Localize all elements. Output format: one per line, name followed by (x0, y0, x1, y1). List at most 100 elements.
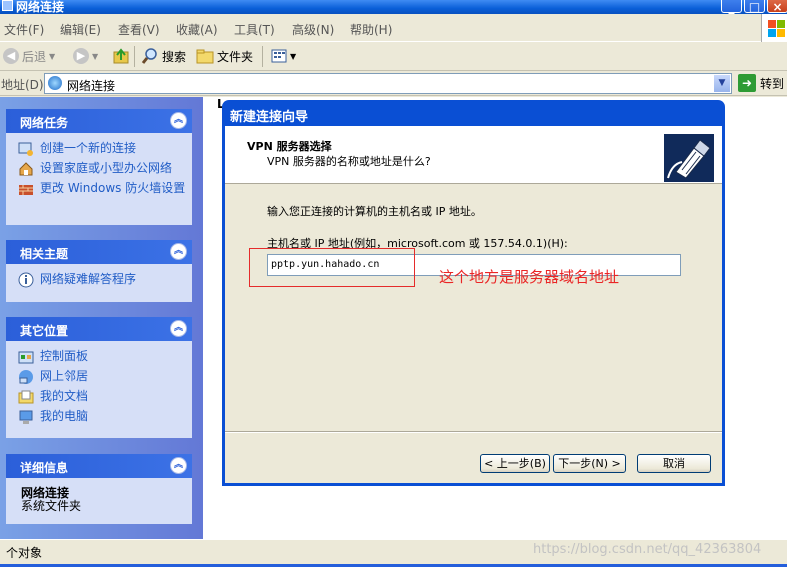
back-dropdown-icon[interactable]: ▼ (49, 52, 55, 61)
menu-view[interactable]: 查看(V) (118, 21, 160, 38)
task-label: 网上邻居 (40, 369, 89, 383)
menu-advanced[interactable]: 高级(N) (292, 21, 334, 38)
task-home-network[interactable]: 设置家庭或小型办公网络 (18, 161, 192, 177)
other-places-title: 其它位置 (20, 324, 69, 338)
status-bar: 个对象 https://blog.csdn.net/qq_42363804 (0, 539, 787, 567)
forward-dropdown-icon[interactable]: ▼ (92, 52, 98, 61)
up-folder-button[interactable] (112, 46, 130, 66)
menu-bar: 文件(F) 编辑(E) 查看(V) 收藏(A) 工具(T) 高级(N) 帮助(H… (0, 14, 787, 42)
wizard-back-button[interactable]: < 上一步(B) (480, 454, 550, 473)
forward-arrow-icon: ▶ (73, 48, 89, 64)
task-firewall-settings[interactable]: 更改 Windows 防火墙设置 (18, 181, 192, 197)
back-button[interactable]: ◀ 后退 ▼ (3, 46, 55, 66)
window-title: 网络连接 (16, 0, 65, 14)
home-network-icon (19, 162, 33, 176)
dialog-header: VPN 服务器选择 VPN 服务器的名称或地址是什么? (225, 126, 722, 184)
other-places-panel: 其它位置 ︽ 控制面板 网上邻居 我的文档 我的电脑 (6, 317, 192, 438)
collapse-chevron-icon[interactable]: ︽ (170, 320, 187, 337)
network-tasks-panel: 网络任务 ︽ 创建一个新的连接 设置家庭或小型办公网络 更改 Windows 防… (6, 109, 192, 225)
annotation-text: 这个地方是服务器域名地址 (439, 268, 620, 286)
wizard-instruction: 输入您正连接的计算机的主机名或 IP 地址。 (267, 205, 482, 218)
wizard-step-heading: VPN 服务器选择 (247, 140, 332, 153)
minimize-button[interactable]: _ (721, 0, 742, 14)
back-arrow-icon: ◀ (3, 48, 19, 64)
task-pane: 网络任务 ︽ 创建一个新的连接 设置家庭或小型办公网络 更改 Windows 防… (0, 97, 203, 539)
up-folder-icon (113, 48, 129, 64)
details-header[interactable]: 详细信息 ︽ (6, 454, 192, 478)
network-tasks-header[interactable]: 网络任务 ︽ (6, 109, 192, 133)
related-topics-panel: 相关主题 ︽ 网络疑难解答程序 (6, 240, 192, 302)
menu-favorites[interactable]: 收藏(A) (176, 21, 218, 38)
address-dropdown-icon[interactable]: ▼ (714, 75, 730, 92)
menu-edit[interactable]: 编辑(E) (60, 21, 101, 38)
annotation-highlight-box (249, 248, 415, 287)
address-label: 地址(D) (1, 78, 44, 92)
collapse-chevron-icon[interactable]: ︽ (170, 457, 187, 474)
info-icon (18, 272, 34, 288)
related-topics-title: 相关主题 (20, 247, 69, 261)
status-text: 个对象 (6, 546, 43, 560)
place-my-computer[interactable]: 我的电脑 (18, 409, 192, 425)
address-value: 网络连接 (67, 79, 116, 93)
control-panel-icon (18, 351, 34, 364)
details-title: 详细信息 (20, 461, 69, 475)
dialog-body: VPN 服务器选择 VPN 服务器的名称或地址是什么? 输入您正连接的计算机的主… (225, 126, 722, 483)
folders-button[interactable]: 文件夹 (196, 46, 253, 66)
menu-file[interactable]: 文件(F) (4, 21, 44, 38)
details-type: 系统文件夹 (21, 499, 82, 513)
other-places-header[interactable]: 其它位置 ︽ (6, 317, 192, 341)
network-globe-icon (48, 76, 62, 90)
place-my-documents[interactable]: 我的文档 (18, 389, 192, 405)
collapse-chevron-icon[interactable]: ︽ (170, 112, 187, 129)
place-control-panel[interactable]: 控制面板 (18, 349, 192, 365)
network-connections-icon (2, 0, 13, 11)
search-button[interactable]: 搜索 (141, 46, 186, 66)
views-button[interactable]: ▼ (271, 46, 296, 66)
collapse-chevron-icon[interactable]: ︽ (170, 243, 187, 260)
task-network-troubleshooter[interactable]: 网络疑难解答程序 (18, 272, 192, 288)
related-topics-header[interactable]: 相关主题 ︽ (6, 240, 192, 264)
maximize-button[interactable]: □ (744, 0, 765, 14)
go-label: 转到 (760, 76, 785, 91)
address-bar: 地址(D) 网络连接 ▼ ➜ 转到 (0, 72, 787, 96)
menu-help[interactable]: 帮助(H) (350, 21, 392, 38)
task-label: 控制面板 (40, 349, 89, 363)
task-label: 更改 Windows 防火墙设置 (40, 181, 186, 195)
dialog-title: 新建连接向导 (230, 110, 309, 125)
menu-tools[interactable]: 工具(T) (234, 21, 275, 38)
wizard-step-subheading: VPN 服务器的名称或地址是什么? (267, 155, 431, 168)
network-tasks-title: 网络任务 (20, 116, 69, 130)
views-dropdown-icon: ▼ (290, 51, 297, 61)
task-label: 我的电脑 (40, 409, 89, 423)
task-create-connection[interactable]: 创建一个新的连接 (18, 141, 192, 157)
task-label: 设置家庭或小型办公网络 (40, 161, 173, 175)
search-label: 搜索 (162, 49, 187, 64)
place-network-neighborhood[interactable]: 网上邻居 (18, 369, 192, 385)
firewall-icon (19, 185, 33, 195)
folder-icon (196, 49, 214, 64)
forward-button[interactable]: ▶ ▼ (73, 46, 98, 66)
details-panel: 详细信息 ︽ 网络连接 系统文件夹 (6, 454, 192, 524)
wizard-cancel-button[interactable]: 取消 (637, 454, 711, 473)
vpn-connection-icon (664, 134, 714, 182)
folders-label: 文件夹 (217, 49, 254, 64)
toolbar: ◀ 后退 ▼ ▶ ▼ 搜索 文件夹 ▼ (0, 42, 787, 71)
views-icon (271, 49, 287, 63)
new-connection-icon (18, 142, 33, 156)
task-label: 网络疑难解答程序 (40, 272, 137, 286)
go-button[interactable]: ➜ 转到 (738, 74, 784, 92)
close-button[interactable]: × (767, 0, 787, 14)
windows-logo-icon (761, 14, 787, 42)
watermark-text: https://blog.csdn.net/qq_42363804 (533, 542, 762, 557)
task-label: 创建一个新的连接 (40, 141, 137, 155)
title-bar: 网络连接 _ □ × (0, 0, 787, 14)
address-input[interactable]: 网络连接 ▼ (44, 73, 732, 94)
network-places-icon (19, 370, 33, 384)
back-label: 后退 (22, 49, 47, 64)
wizard-next-button[interactable]: 下一步(N) > (553, 454, 626, 473)
go-arrow-icon: ➜ (738, 74, 756, 92)
new-connection-wizard: 新建连接向导 VPN 服务器选择 VPN 服务器的名称或地址是什么? 输入您正连… (222, 100, 725, 486)
task-label: 我的文档 (40, 389, 89, 403)
search-icon (141, 48, 157, 64)
my-computer-icon (19, 410, 33, 424)
